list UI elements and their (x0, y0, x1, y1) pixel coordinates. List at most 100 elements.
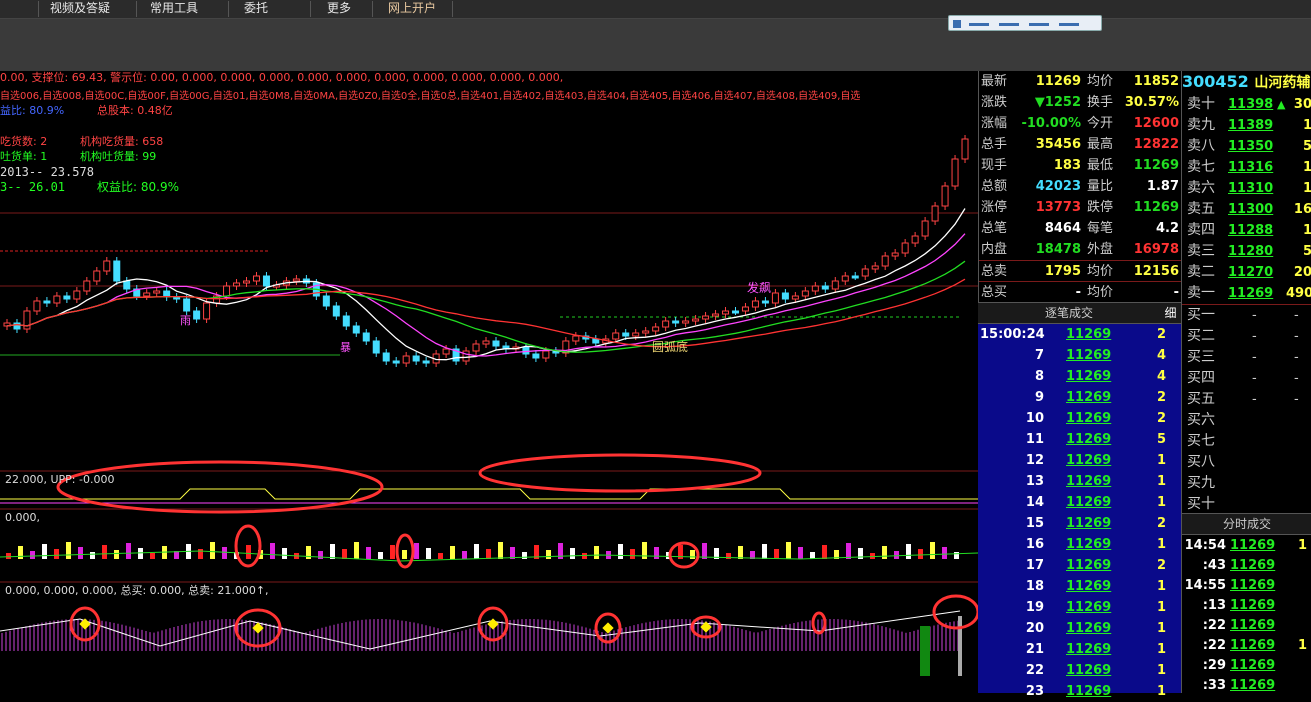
quote-value: 42023 (1035, 179, 1081, 194)
menu-bar: 视频及答疑 常用工具 委托 更多 网上开户 (0, 0, 1311, 19)
tick-volume: 1 (1156, 642, 1166, 657)
bid-row: 买二 - - (1182, 326, 1311, 347)
candle-body (372, 340, 380, 354)
candle-body (532, 353, 540, 359)
sub2-bar (306, 546, 311, 559)
menu-more[interactable]: 更多 (327, 0, 351, 18)
tick-row: 19 11269 1 (978, 597, 1181, 618)
sub1-indicator-label: 22.000, UPP: -0.000 (5, 473, 115, 486)
candle-body (382, 352, 390, 362)
ask-row: 卖九 11389 1 (1182, 115, 1311, 136)
tick-row: 13 11269 1 (978, 471, 1181, 492)
bid-row: 买一 - - (1182, 305, 1311, 326)
menu-entrust[interactable]: 委托 (244, 0, 268, 18)
bid-label: 买四 (1187, 370, 1215, 386)
quote-row: 涨跌 ▼1252 换手 30.57% (979, 92, 1182, 113)
sub2-bar (402, 550, 407, 559)
ask-volume: 490 (1286, 286, 1311, 301)
sub2-bar (66, 542, 71, 559)
ask-price: 11288 (1228, 223, 1274, 238)
quote-label: 最高 (1087, 137, 1114, 152)
candle-body (292, 278, 300, 282)
candle-body (632, 332, 640, 337)
quote-label: 总额 (981, 179, 1008, 194)
candle-body (791, 295, 799, 300)
tick-list[interactable]: 15:00:24 11269 2 7 11269 4 8 11269 4 9 11269 2 10 112… (978, 324, 1181, 699)
sub2-bar (354, 542, 359, 559)
sub2-bar (738, 546, 743, 559)
candle-body (183, 298, 191, 312)
ask-label: 卖八 (1187, 138, 1215, 154)
candle-body (731, 310, 739, 314)
tick-volume: 4 (1156, 369, 1166, 384)
candle-body (33, 300, 41, 312)
sub2-bar (618, 544, 623, 559)
tick-price: 11269 (1066, 474, 1112, 489)
tick-header: 逐笔成交 (978, 302, 1160, 324)
signal-diamond-icon (79, 618, 91, 630)
quote-label: 均价 (1087, 264, 1114, 279)
candle-body (442, 348, 450, 355)
time-sales-price: 11269 (1230, 558, 1276, 573)
tick-detail-tab[interactable]: 细 (1160, 302, 1181, 324)
sub2-bar (690, 550, 695, 559)
sub2-bar (762, 544, 767, 559)
tick-price: 11269 (1066, 432, 1112, 447)
ask-price: 11270 (1228, 265, 1274, 280)
sub2-bar (30, 551, 35, 559)
ask-row: 卖三 11280 5 (1182, 241, 1311, 262)
time-sales-price: 11269 (1230, 578, 1276, 593)
quote-label: 量比 (1087, 179, 1114, 194)
candle-body (911, 235, 919, 244)
tick-time: 14 (1025, 495, 1044, 510)
toolbar-button[interactable] (948, 15, 1102, 31)
tick-time: 12 (1025, 453, 1044, 468)
quote-label: 今开 (1087, 116, 1114, 131)
kline-chart-area[interactable]: 0.00, 支撑位: 69.43, 警示位: 0.00, 0.000, 0.00… (0, 71, 980, 693)
accumulate-count-label: 吃货数: 2 (0, 135, 48, 148)
quote-label: 涨跌 (981, 95, 1008, 110)
time-sales-time: 14:55 (1184, 578, 1226, 593)
stock-name: 山河药辅 (1254, 75, 1311, 91)
ask-row: 卖十 11398 ▲ 30 (1182, 94, 1311, 115)
quote-label: 跌停 (1087, 200, 1114, 215)
sub2-bar (222, 547, 227, 559)
tick-time: 16 (1025, 537, 1044, 552)
quote-row: 涨停 13773 跌停 11269 (979, 197, 1182, 218)
bid-label: 买六 (1187, 412, 1215, 428)
candle-body (741, 306, 749, 312)
quote-row: 总买 - 均价 - (979, 281, 1182, 303)
ask-volume: 5 (1302, 244, 1311, 259)
tick-row: 18 11269 1 (978, 576, 1181, 597)
menu-open-account[interactable]: 网上开户 (388, 0, 436, 18)
tick-row: 12 11269 1 (978, 450, 1181, 471)
burst-label: 暴 (340, 341, 351, 354)
sub3-volume-bar (958, 616, 962, 676)
time-sales-row: :43 11269 (1182, 555, 1311, 576)
bid-label: 买八 (1187, 454, 1215, 470)
candle-body (642, 330, 650, 334)
quote-value: 12156 (1133, 264, 1179, 279)
rain-label: 雨 (180, 314, 191, 327)
candle-body (93, 270, 101, 282)
bid-row: 买五 - - (1182, 389, 1311, 410)
candle-body (173, 296, 181, 300)
tick-price: 11269 (1066, 453, 1112, 468)
total-shares-label: 总股本: 0.48亿 (97, 104, 173, 117)
annotation-ellipse (811, 611, 827, 635)
time-sales-time: :29 (1202, 658, 1226, 673)
sub2-bar (210, 542, 215, 559)
ask-row: 卖一 11269 490 (1182, 283, 1311, 304)
menu-tools[interactable]: 常用工具 (150, 0, 198, 18)
bid-row: 买六 (1182, 410, 1311, 431)
sub2-bar (954, 552, 959, 559)
ask-row: 卖七 11316 1 (1182, 157, 1311, 178)
quote-label: 总买 (981, 285, 1008, 300)
ask-label: 卖六 (1187, 180, 1215, 196)
menu-video-help[interactable]: 视频及答疑 (50, 0, 110, 18)
menu-separator (310, 1, 311, 17)
ask-row: 卖五 11300 16 (1182, 199, 1311, 220)
quote-value: 13773 (1035, 200, 1081, 215)
bid-label: 买九 (1187, 475, 1215, 491)
tick-price: 11269 (1066, 327, 1112, 342)
